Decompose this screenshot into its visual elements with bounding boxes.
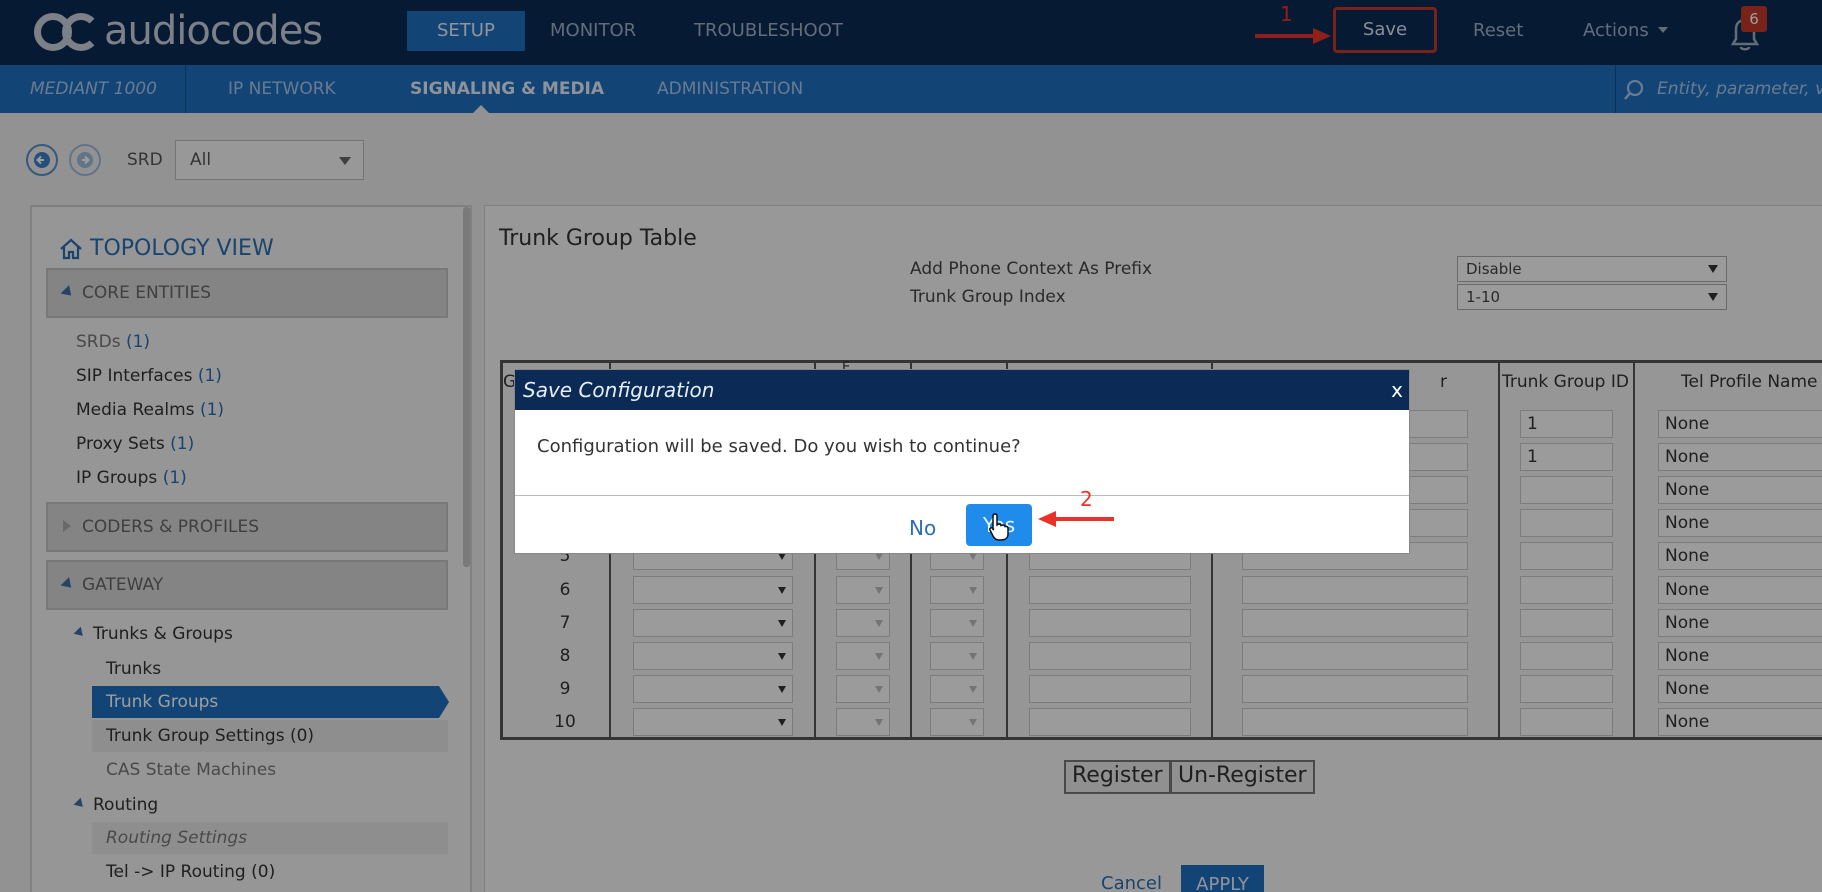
close-button[interactable]: x xyxy=(1391,370,1403,410)
no-button[interactable]: No xyxy=(909,516,936,540)
dialog-divider xyxy=(515,495,1409,496)
annotation-arrow-2-icon xyxy=(1038,511,1114,527)
annotation-step-2: 2 xyxy=(1080,487,1093,511)
dialog-title: Save Configuration xyxy=(523,378,715,402)
dialog-header: Save Configuration x xyxy=(515,370,1409,410)
save-configuration-dialog: Save Configuration x Configuration will … xyxy=(514,369,1410,554)
dialog-message: Configuration will be saved. Do you wish… xyxy=(537,436,1021,457)
hand-cursor-icon xyxy=(989,513,1009,541)
